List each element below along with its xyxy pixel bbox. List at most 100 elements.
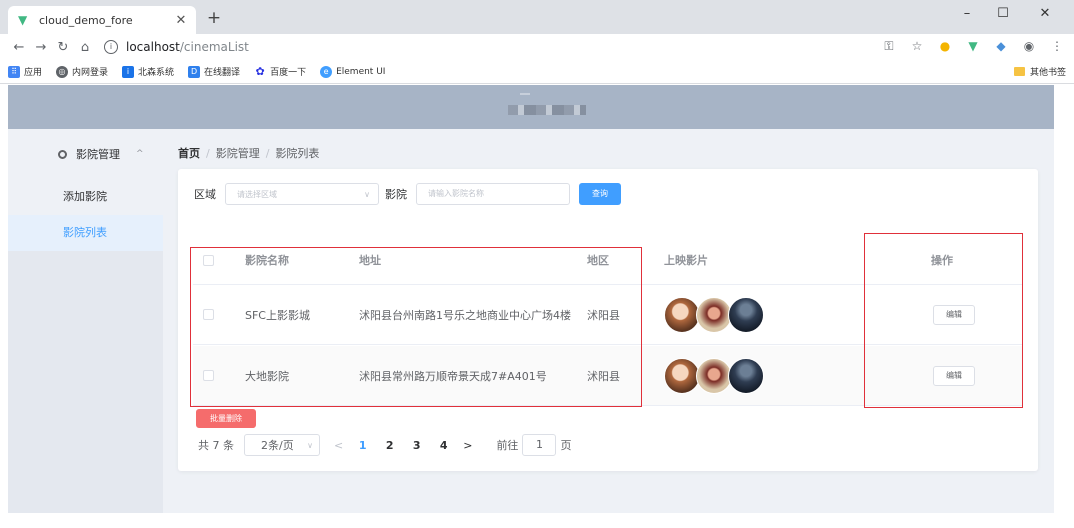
bookmark-label: 在线翻译 [204,68,241,78]
bookmark-element-ui[interactable]: e Element UI [320,65,385,78]
row-checkbox-cell [203,346,214,405]
vue-logo-icon: ▼ [18,13,28,27]
bookmark-label: 应用 [24,68,43,78]
search-button[interactable]: 查询 [579,183,621,205]
cinema-name: 大地影院 [245,369,289,383]
header-actions: 操作 [931,254,953,267]
cinema-address: 沭阳县常州路万顺帝景天成7#A401号 [359,369,547,383]
row-checkbox[interactable] [203,370,214,381]
apps-grid-icon: ⠿ [8,65,20,78]
page-4[interactable]: 4 [430,439,457,452]
table-row: 大地影院 沭阳县常州路万顺帝景天成7#A401号 沭阳县 编辑 [193,346,1023,406]
bookmark-translate[interactable]: D 在线翻译 [188,65,240,78]
cinema-address: 沭阳县台州南路1号乐之地商业中心广场4楼 [359,308,571,322]
bookmark-baidu[interactable]: ✿ 百度一下 [254,65,306,78]
app-header [8,85,1054,129]
movie-poster-avatar[interactable] [696,357,732,394]
vue-devtools-icon[interactable]: ▼ [966,39,980,53]
region-select[interactable]: 请选择区域 ∨ [225,183,379,205]
poster-avatars [664,296,764,333]
breadcrumb-level2: 影院列表 [275,147,320,160]
chevron-down-icon: ∨ [364,189,370,199]
table-row: SFC上影影城 沭阳县台州南路1号乐之地商业中心广场4楼 沭阳县 编辑 [193,285,1023,345]
chevron-up-icon: ^ [136,149,144,159]
browser-toolbar-icons: ⚿ ☆ ● ▼ ◆ ◉ ⋮ [882,39,1064,53]
movie-poster-avatar[interactable] [728,357,764,394]
header-movies: 上映影片 [664,254,708,267]
star-icon[interactable]: ☆ [910,39,924,53]
extension-icon[interactable]: ● [938,39,952,53]
sidebar-group-cinema-management[interactable]: 影院管理 ^ [8,129,163,179]
page-1[interactable]: 1 [349,439,376,452]
sidebar-item-cinema-list[interactable]: 影院列表 [8,215,163,251]
reload-icon[interactable]: ↻ [52,40,74,55]
forward-icon[interactable]: → [30,40,52,55]
header-address: 地址 [359,254,381,267]
browser-tab[interactable]: ▼ cloud_demo_fore ✕ [8,6,196,34]
cinema-region: 沭阳县 [587,308,620,322]
prev-page-icon[interactable]: < [334,439,343,452]
maximize-icon[interactable]: ☐ [988,4,1018,24]
bookmark-intranet[interactable]: ◎ 内网登录 [56,65,108,78]
table-header: 影院名称 地址 地区 上映影片 操作 [193,236,1023,285]
pagination-total: 共 7 条 [198,439,234,452]
movie-poster-avatar[interactable] [664,357,700,394]
bookmark-label: 百度一下 [270,68,307,78]
row-checkbox-cell [203,285,214,344]
actions-cell: 编辑 [933,285,975,344]
url-field[interactable]: i localhost/cinemaList [104,40,249,54]
row-checkbox[interactable] [203,309,214,320]
breadcrumb-home[interactable]: 首页 [178,145,200,161]
page-2[interactable]: 2 [376,439,403,452]
movie-posters [664,346,764,405]
key-icon[interactable]: ⚿ [882,39,896,53]
page-3[interactable]: 3 [403,439,430,452]
movie-poster-avatar[interactable] [696,296,732,333]
main-content: 首页 / 影院管理 / 影院列表 区域 请选择区域 ∨ 影院 请输入影院名称 查… [163,129,1054,513]
filter-form: 区域 请选择区域 ∨ 影院 请输入影院名称 查询 [194,183,621,205]
cinema-label: 影院 [385,188,407,201]
movie-posters [664,285,764,344]
sidebar-background [8,251,163,513]
minimize-icon[interactable]: – [952,4,982,24]
select-all-cell [203,236,214,284]
extension-2-icon[interactable]: ◆ [994,39,1008,53]
other-bookmarks[interactable]: 其他书签 [1013,65,1066,78]
close-tab-icon[interactable]: ✕ [174,13,188,28]
element-icon: e [320,65,333,78]
bookmark-beisen[interactable]: i 北森系统 [122,65,174,78]
baidu-paw-icon: ✿ [254,64,267,78]
page-size-value: 2条/页 [261,439,294,452]
goto-page-input[interactable]: 1 [522,434,557,456]
close-window-icon[interactable]: ✕ [1030,4,1060,24]
breadcrumb-level1: 影院管理 [215,147,260,160]
actions-cell: 编辑 [933,346,975,405]
info-icon[interactable]: i [104,40,118,54]
menu-icon[interactable]: ⋮ [1050,39,1064,53]
cinema-name-input[interactable]: 请输入影院名称 [416,183,570,205]
page-size-select[interactable]: 2条/页 ∨ [244,434,320,456]
sidebar-group-label: 影院管理 [76,148,120,161]
batch-delete-button[interactable]: 批量删除 [196,409,256,428]
next-page-icon[interactable]: > [463,439,472,452]
movie-poster-avatar[interactable] [728,296,764,333]
goto-suffix: 页 [560,439,572,452]
breadcrumb-separator: / [265,146,270,160]
breadcrumb: 首页 / 影院管理 / 影院列表 [178,145,319,161]
tab-title: cloud_demo_fore [39,13,133,27]
browser-tab-bar: ▼ cloud_demo_fore ✕ + – ☐ ✕ [0,0,1074,34]
beisen-icon: i [122,65,135,78]
new-tab-icon[interactable]: + [204,8,224,28]
movie-poster-avatar[interactable] [664,296,700,333]
home-icon[interactable]: ⌂ [74,40,96,55]
sidebar: 影院管理 ^ 添加影院 影院列表 [8,129,163,513]
select-all-checkbox[interactable] [203,254,214,266]
pagination: 共 7 条 2条/页 ∨ < 1 2 3 4 > 前往 1 页 [198,434,571,456]
bookmark-apps[interactable]: ⠿ 应用 [8,65,42,78]
sidebar-item-add-cinema[interactable]: 添加影院 [8,179,163,215]
header-region: 地区 [587,254,609,267]
profile-icon[interactable]: ◉ [1022,39,1036,53]
edit-button[interactable]: 编辑 [933,304,975,325]
edit-button[interactable]: 编辑 [933,365,975,386]
back-icon[interactable]: ← [8,40,30,55]
